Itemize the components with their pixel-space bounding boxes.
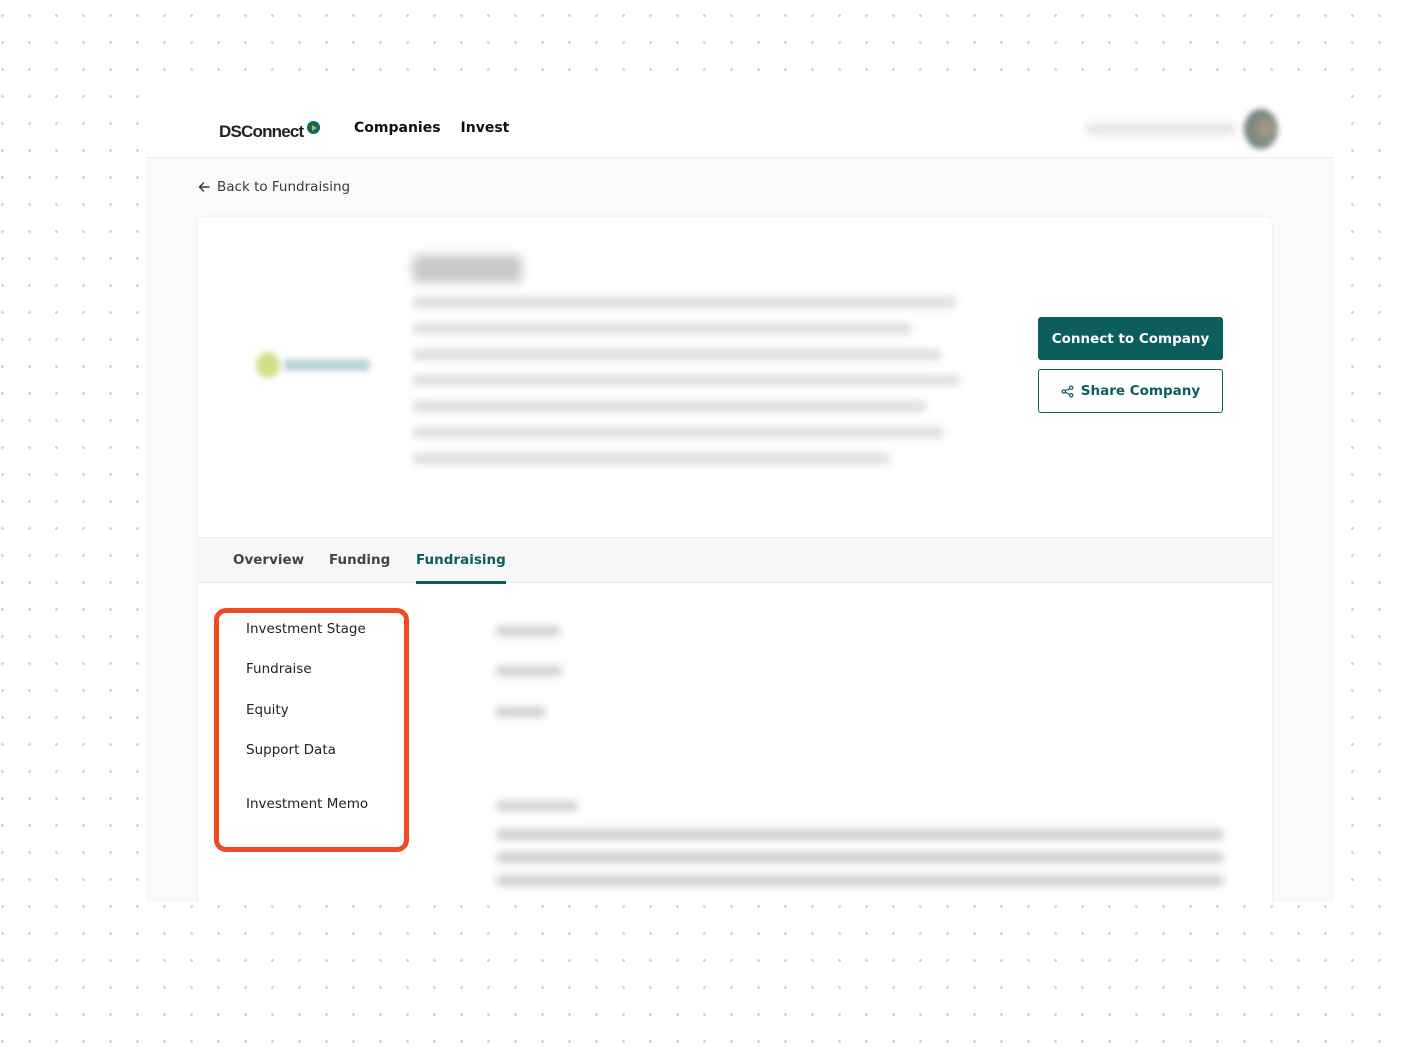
desc-line <box>412 297 957 308</box>
company-logo <box>256 347 376 383</box>
back-link-label: Back to Fundraising <box>217 179 351 195</box>
user-avatar[interactable] <box>1244 109 1278 149</box>
nav-companies[interactable]: Companies <box>354 120 441 136</box>
dsconnect-logo[interactable]: DSConnect <box>219 121 321 142</box>
company-logo-mark <box>256 352 280 378</box>
value-equity-blurred <box>496 707 546 717</box>
desc-line <box>496 852 1224 863</box>
company-card: Connect to Company Share Company Overvie… <box>198 217 1272 902</box>
share-company-label: Share Company <box>1080 383 1201 399</box>
logo-text: DSConnect <box>219 122 304 141</box>
field-label-fundraise: Fundraise <box>246 661 312 677</box>
user-name-blurred <box>1086 123 1236 135</box>
nav-invest[interactable]: Invest <box>461 120 510 136</box>
connect-to-company-button[interactable]: Connect to Company <box>1038 317 1223 360</box>
user-menu[interactable] <box>1086 109 1278 149</box>
tab-funding[interactable]: Funding <box>329 552 390 568</box>
share-company-button[interactable]: Share Company <box>1038 369 1223 413</box>
company-description-blurred <box>412 297 962 479</box>
app-window: DSConnect Companies Invest Back to Fundr… <box>146 95 1334 902</box>
desc-line <box>496 829 1224 840</box>
top-navbar: DSConnect Companies Invest <box>146 95 1334 158</box>
tab-overview[interactable]: Overview <box>233 552 304 568</box>
tab-fundraising[interactable]: Fundraising <box>416 552 506 584</box>
value-investment-stage-blurred <box>496 626 560 636</box>
value-investment-memo-blurred <box>496 801 578 811</box>
logo-play-icon <box>307 121 321 134</box>
desc-line <box>412 349 942 360</box>
value-fundraise-blurred <box>496 666 562 676</box>
field-label-support-data: Support Data <box>246 742 336 758</box>
desc-line <box>412 323 912 334</box>
company-name-blurred <box>412 255 522 283</box>
desc-line <box>412 427 944 438</box>
desc-line <box>496 875 1224 886</box>
company-tabs: Overview Funding Fundraising <box>198 537 1272 584</box>
desc-line <box>412 375 960 386</box>
field-label-equity: Equity <box>246 702 289 718</box>
back-to-fundraising-link[interactable]: Back to Fundraising <box>198 179 350 195</box>
desc-line <box>412 453 890 464</box>
arrow-left-icon <box>198 182 210 192</box>
main-nav: Companies Invest <box>354 120 509 136</box>
fundraising-description-blurred <box>496 829 1226 898</box>
share-icon <box>1061 385 1074 397</box>
field-label-investment-stage: Investment Stage <box>246 621 366 637</box>
desc-line <box>412 401 927 412</box>
company-logo-word <box>284 359 370 371</box>
field-label-investment-memo: Investment Memo <box>246 796 369 812</box>
